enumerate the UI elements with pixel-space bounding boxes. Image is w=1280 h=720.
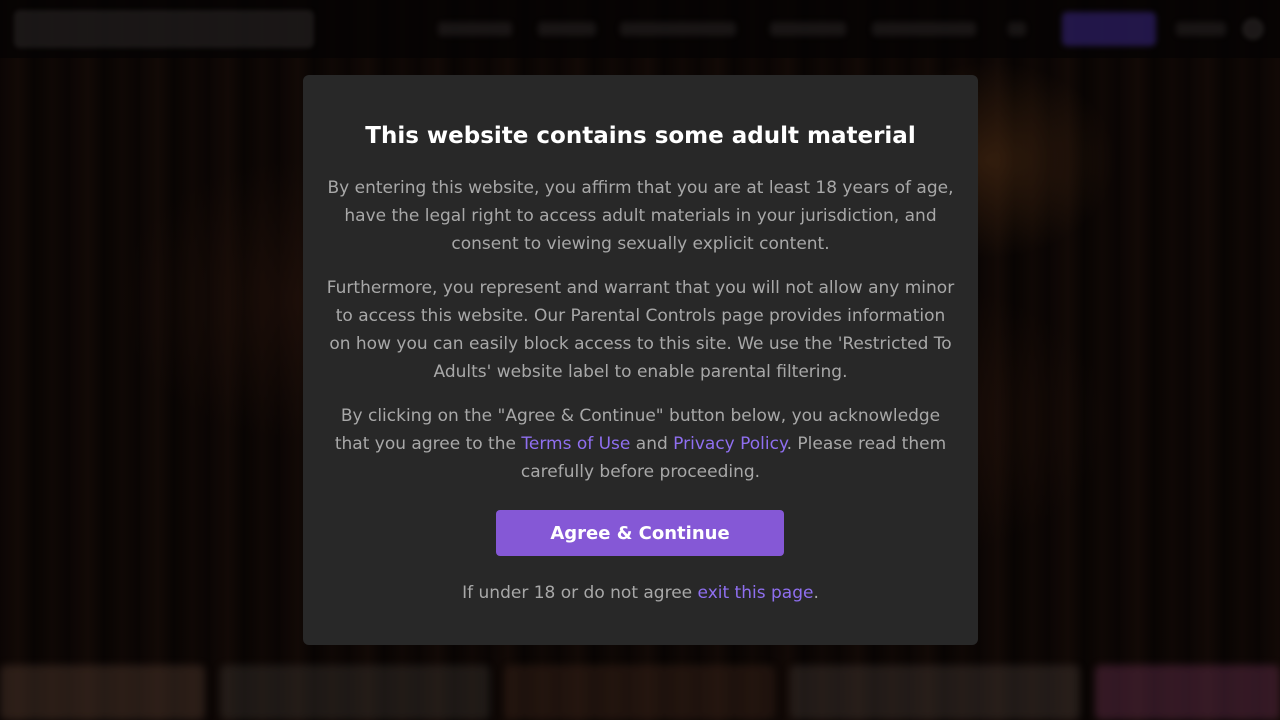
terms-of-use-link[interactable]: Terms of Use [521,434,630,454]
privacy-policy-link[interactable]: Privacy Policy [673,434,786,454]
terms-paragraph: By clicking on the "Agree & Continue" bu… [323,402,958,486]
agree-continue-button[interactable]: Agree & Continue [496,510,784,556]
exit-text-before: If under 18 or do not agree [462,583,698,603]
exit-page-link[interactable]: exit this page [698,583,814,603]
parental-controls-paragraph: Furthermore, you represent and warrant t… [326,278,955,382]
page: This website contains some adult materia… [0,0,1280,720]
age-affirmation-paragraph: By entering this website, you affirm tha… [327,178,954,254]
age-verification-modal: This website contains some adult materia… [303,75,978,645]
modal-title: This website contains some adult materia… [365,123,916,149]
exit-notice: If under 18 or do not agree exit this pa… [303,579,978,607]
terms-text-middle: and [630,434,674,454]
exit-text-after: . [813,583,819,603]
